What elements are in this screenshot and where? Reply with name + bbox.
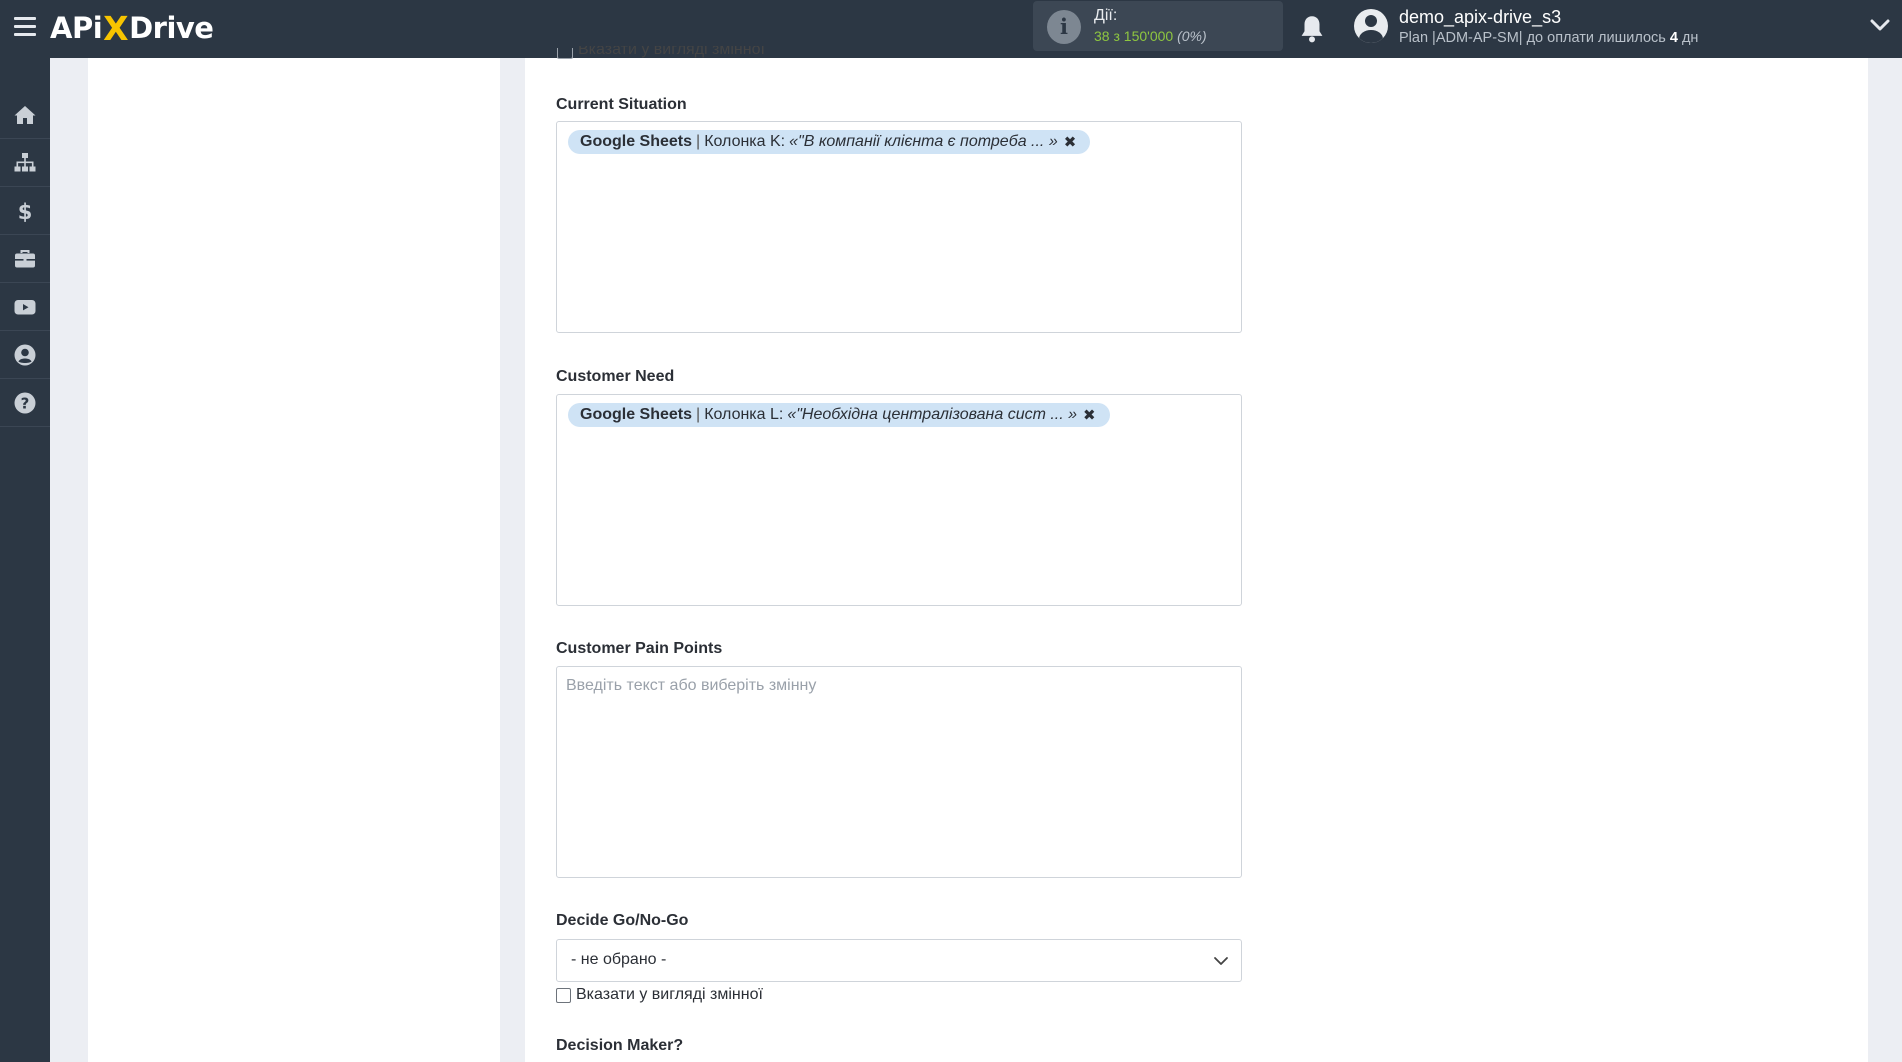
variable-checkbox-label-truncated: Вказати у вигляді змінної <box>578 46 765 58</box>
days-left: 4 <box>1669 30 1678 46</box>
actions-count: 38 з 150'000 (0%) <box>1094 28 1207 44</box>
sidebar-item-billing[interactable]: $ <box>0 187 50 235</box>
help-icon: ? <box>14 392 36 413</box>
variable-tag[interactable]: Google Sheets | Колонка L: «"Необхідна ц… <box>568 403 1110 427</box>
sidebar-item-connections[interactable] <box>0 139 50 187</box>
chevron-down-icon[interactable] <box>1870 18 1890 32</box>
sidebar-item-services[interactable] <box>0 235 50 283</box>
variable-checkbox[interactable] <box>556 987 571 1003</box>
customer-need-input[interactable]: Google Sheets | Колонка L: «"Необхідна ц… <box>556 394 1242 606</box>
tag-value: «"В компанії клієнта є потреба ... » <box>789 133 1058 150</box>
days-unit: дн <box>1681 30 1699 46</box>
current-situation-input[interactable]: Google Sheets | Колонка K: «"В компанії … <box>556 121 1242 333</box>
plan-text: Plan |ADM-AP-SM| до оплати лишилось <box>1399 30 1666 46</box>
tag-column: Колонка L: <box>704 406 784 423</box>
plan-info: Plan |ADM-AP-SM| до оплати лишилось 4 дн <box>1399 30 1698 46</box>
tag-value: «"Необхідна централізована сист ... » <box>787 406 1078 423</box>
logo-x: X <box>103 8 129 48</box>
logo-text-right: Drive <box>129 11 214 45</box>
sidebar-item-home[interactable] <box>0 91 50 139</box>
chevron-down-icon <box>1214 957 1228 965</box>
info-icon: i <box>1047 10 1081 44</box>
field-label-decision-maker: Decision Maker? <box>556 1037 684 1054</box>
field-label-current-situation: Current Situation <box>556 96 687 113</box>
briefcase-icon <box>15 249 35 267</box>
variable-checkbox-row[interactable]: Вказати у вигляді змінної <box>556 986 763 1004</box>
top-bar: APi X Drive i Дії: 38 з 150'000 (0%) demo_… <box>0 0 1902 58</box>
field-label-customer-need: Customer Need <box>556 368 675 385</box>
field-label-customer-pain-points: Customer Pain Points <box>556 640 723 657</box>
sidebar-item-video[interactable] <box>0 283 50 331</box>
actions-percent: (0%) <box>1177 28 1207 44</box>
input-placeholder: Введіть текст або виберіть змінну <box>566 677 817 694</box>
variable-tag[interactable]: Google Sheets | Колонка K: «"В компанії … <box>568 130 1091 154</box>
svg-text:$: $ <box>18 200 33 223</box>
bell-icon[interactable] <box>1298 14 1326 44</box>
home-icon <box>14 105 36 124</box>
remove-tag-icon[interactable]: ✖ <box>1083 406 1096 424</box>
tag-service: Google Sheets <box>580 133 693 150</box>
logo-text-left: APi <box>50 11 103 45</box>
customer-pain-points-input[interactable]: Введіть текст або виберіть змінну <box>556 666 1242 878</box>
sitemap-icon <box>14 152 36 171</box>
avatar[interactable] <box>1354 9 1388 43</box>
actions-label: Дії: <box>1094 7 1118 24</box>
tag-separator: | <box>696 406 701 423</box>
sidebar-item-account[interactable] <box>0 331 50 379</box>
actions-limit: 150'000 <box>1123 28 1174 44</box>
dollar-icon: $ <box>18 200 33 223</box>
variable-checkbox-truncated[interactable] <box>557 48 573 59</box>
actions-used: 38 <box>1094 28 1110 44</box>
actions-counter[interactable]: i Дії: 38 з 150'000 (0%) <box>1033 1 1283 51</box>
svg-text:?: ? <box>21 394 30 412</box>
sidebar-item-help[interactable]: ? <box>0 379 50 427</box>
video-icon <box>14 299 36 314</box>
left-panel <box>88 58 500 1062</box>
variable-checkbox-label: Вказати у вигляді змінної <box>576 986 763 1003</box>
decide-go-no-go-select[interactable]: - не обрано - <box>556 939 1242 982</box>
actions-of: з <box>1113 28 1120 44</box>
field-label-decide-go-no-go: Decide Go/No-Go <box>556 912 689 929</box>
user-circle-icon <box>14 344 36 365</box>
tag-column: Колонка K: <box>704 133 786 150</box>
select-value: - не обрано - <box>571 951 667 968</box>
sidebar: $ ? <box>0 58 50 1062</box>
remove-tag-icon[interactable]: ✖ <box>1064 133 1077 151</box>
username[interactable]: demo_apix-drive_s3 <box>1399 7 1561 28</box>
tag-separator: | <box>696 133 701 150</box>
tag-service: Google Sheets <box>580 406 693 423</box>
apix-drive-logo[interactable]: APi X Drive <box>50 8 214 48</box>
menu-icon[interactable] <box>14 17 36 37</box>
